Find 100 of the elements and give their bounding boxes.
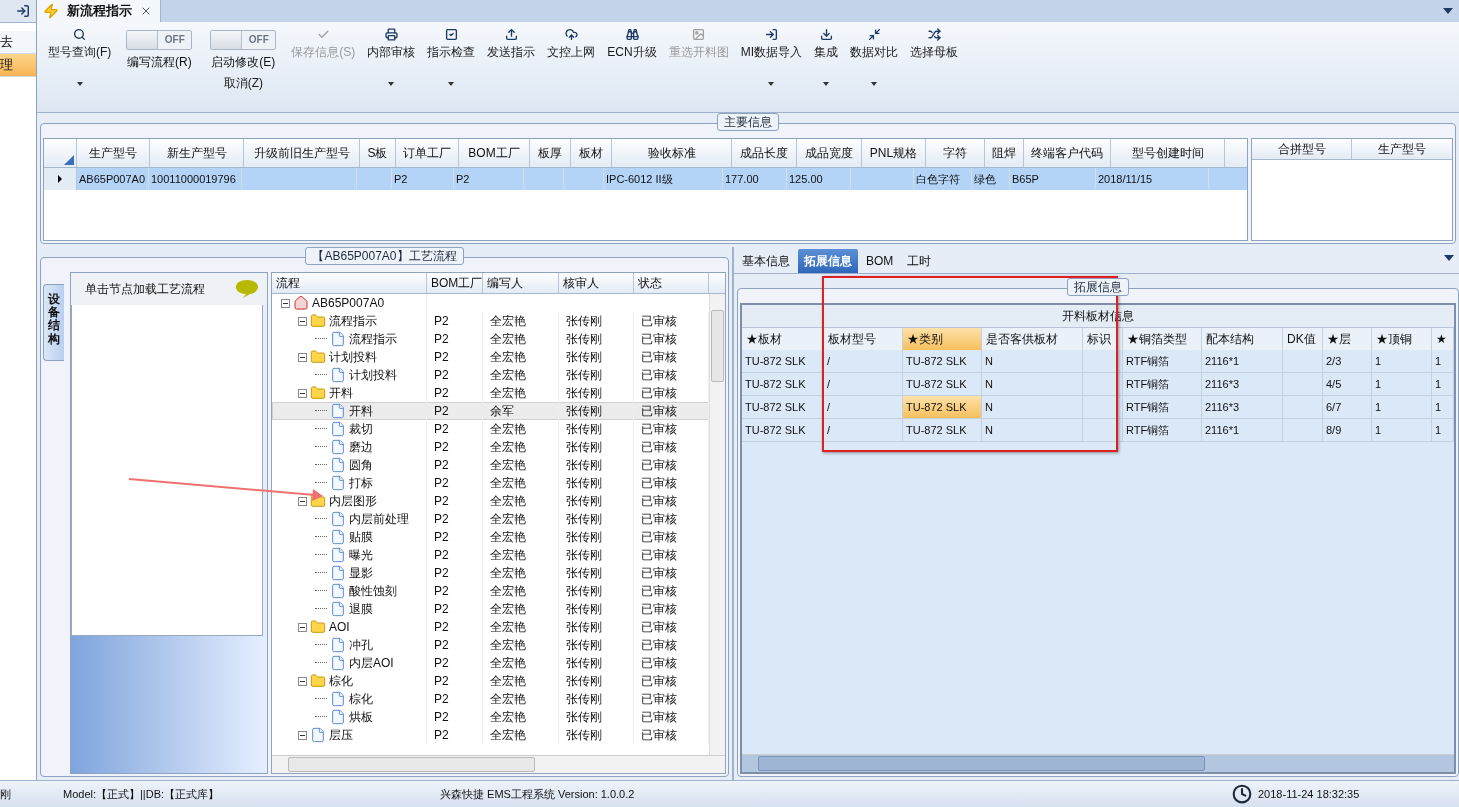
tree-row[interactable]: 流程指示 P2 全宏艳 张传刚 已审核 bbox=[272, 312, 709, 330]
tree-row[interactable]: 磨边 P2 全宏艳 张传刚 已审核 bbox=[272, 438, 709, 456]
document-tab[interactable]: 新流程指示 bbox=[37, 0, 161, 22]
toolbar-button[interactable]: 型号查询(F) bbox=[43, 26, 117, 88]
column-header[interactable]: ★顶铜 bbox=[1372, 328, 1432, 350]
column-header[interactable]: 生产型号 bbox=[1352, 139, 1452, 159]
column-header[interactable]: 板材 bbox=[571, 139, 612, 167]
dropdown-icon[interactable] bbox=[823, 82, 829, 86]
toolbar-button[interactable]: 集成 bbox=[809, 26, 843, 88]
collapse-icon[interactable] bbox=[281, 298, 290, 308]
column-header[interactable]: 订单工厂 bbox=[396, 139, 459, 167]
tab[interactable]: BOM bbox=[860, 249, 900, 273]
tree-row[interactable]: 裁切 P2 全宏艳 张传刚 已审核 bbox=[272, 420, 709, 438]
column-header[interactable]: 验收标准 bbox=[612, 139, 732, 167]
toolbar-button[interactable]: 指示检查 bbox=[422, 26, 481, 88]
collapse-icon[interactable] bbox=[298, 316, 307, 326]
table-cell: P2 bbox=[427, 582, 483, 600]
tree-row[interactable]: 开料 P2 余军 张传刚 已审核 bbox=[272, 402, 709, 420]
column-header[interactable]: 板材型号 bbox=[824, 328, 903, 350]
toggle-switch[interactable]: OFF bbox=[126, 30, 193, 50]
caret-icon[interactable] bbox=[1443, 8, 1453, 14]
tree-row[interactable]: 棕化 P2 全宏艳 张传刚 已审核 bbox=[272, 690, 709, 708]
side-tab[interactable]: 设备结构 bbox=[43, 284, 64, 361]
toggle-switch[interactable]: OFF bbox=[210, 30, 277, 50]
tree-row[interactable]: 计划投料 P2 全宏艳 张传刚 已审核 bbox=[272, 348, 709, 366]
column-header[interactable]: 字符 bbox=[926, 139, 985, 167]
column-header[interactable]: 终端客户代码 bbox=[1024, 139, 1111, 167]
collapse-icon[interactable] bbox=[298, 388, 307, 398]
tree-row[interactable]: 贴膜 P2 全宏艳 张传刚 已审核 bbox=[272, 528, 709, 546]
column-header[interactable]: 流程 bbox=[272, 273, 427, 293]
collapse-icon[interactable] bbox=[298, 730, 307, 740]
column-header[interactable]: 新生产型号 bbox=[150, 139, 244, 167]
close-icon[interactable] bbox=[140, 5, 152, 17]
tree-row[interactable]: 烘板 P2 全宏艳 张传刚 已审核 bbox=[272, 708, 709, 726]
sidebar-item[interactable]: 去 bbox=[0, 31, 36, 54]
tree-row[interactable]: 流程指示 P2 全宏艳 张传刚 已审核 bbox=[272, 330, 709, 348]
column-header[interactable]: 阻焊 bbox=[985, 139, 1024, 167]
toolbar-button[interactable]: ECN升级 bbox=[602, 26, 662, 63]
column-header[interactable]: BOM工厂 bbox=[427, 273, 483, 293]
column-header[interactable]: 状态 bbox=[634, 273, 709, 293]
toolbar-button[interactable]: 发送指示 bbox=[482, 26, 541, 63]
column-header[interactable]: DK值 bbox=[1283, 328, 1323, 350]
column-header[interactable]: ★类别 bbox=[903, 328, 982, 350]
tab[interactable]: 基本信息 bbox=[736, 249, 796, 273]
column-header[interactable]: 成品宽度 bbox=[797, 139, 862, 167]
column-header[interactable]: BOM工厂 bbox=[459, 139, 530, 167]
horizontal-scrollbar[interactable] bbox=[272, 755, 725, 773]
dropdown-icon[interactable] bbox=[768, 82, 775, 86]
tree-row[interactable]: 棕化 P2 全宏艳 张传刚 已审核 bbox=[272, 672, 709, 690]
tree-row[interactable]: 层压 P2 全宏艳 张传刚 已审核 bbox=[272, 726, 709, 744]
toolbar-button[interactable]: 选择母板 bbox=[905, 26, 963, 63]
column-header[interactable]: PNL规格 bbox=[862, 139, 926, 167]
column-header[interactable]: 是否客供板材 bbox=[982, 328, 1083, 350]
tree-row[interactable]: AOI P2 全宏艳 张传刚 已审核 bbox=[272, 618, 709, 636]
toolbar-button[interactable]: 文控上网 bbox=[542, 26, 601, 63]
column-header[interactable]: ★层 bbox=[1323, 328, 1372, 350]
tree-row[interactable]: 圆角 P2 全宏艳 张传刚 已审核 bbox=[272, 456, 709, 474]
tab[interactable]: 工时 bbox=[901, 249, 938, 273]
tree-row[interactable]: 计划投料 P2 全宏艳 张传刚 已审核 bbox=[272, 366, 709, 384]
column-header[interactable]: 成品长度 bbox=[732, 139, 797, 167]
collapse-icon[interactable] bbox=[298, 352, 307, 362]
column-header[interactable]: ★ bbox=[1432, 328, 1454, 350]
column-header[interactable]: 编写人 bbox=[483, 273, 559, 293]
tree-row[interactable]: 酸性蚀刻 P2 全宏艳 张传刚 已审核 bbox=[272, 582, 709, 600]
horizontal-scrollbar[interactable] bbox=[742, 754, 1454, 772]
toolbar-button[interactable]: 数据对比 bbox=[845, 26, 903, 88]
dropdown-icon[interactable] bbox=[448, 82, 455, 86]
dropdown-icon[interactable] bbox=[76, 82, 83, 86]
tree-row[interactable]: 内层AOI P2 全宏艳 张传刚 已审核 bbox=[272, 654, 709, 672]
tree-row[interactable]: 冲孔 P2 全宏艳 张传刚 已审核 bbox=[272, 636, 709, 654]
tree-row[interactable]: 退膜 P2 全宏艳 张传刚 已审核 bbox=[272, 600, 709, 618]
collapse-icon[interactable] bbox=[298, 622, 307, 632]
tree-row[interactable]: 曝光 P2 全宏艳 张传刚 已审核 bbox=[272, 546, 709, 564]
column-header[interactable]: S板 bbox=[360, 139, 396, 167]
column-header[interactable]: 核审人 bbox=[559, 273, 634, 293]
column-header[interactable]: 合拼型号 bbox=[1252, 139, 1352, 159]
dropdown-icon[interactable] bbox=[388, 82, 395, 86]
collapse-icon[interactable] bbox=[298, 496, 307, 506]
tree-row[interactable]: 显影 P2 全宏艳 张传刚 已审核 bbox=[272, 564, 709, 582]
column-header[interactable]: 型号创建时间 bbox=[1111, 139, 1225, 167]
column-header[interactable]: ★板材 bbox=[742, 328, 824, 350]
toolbar-button[interactable]: 取消(Z) bbox=[223, 75, 263, 92]
toolbar-button[interactable]: 内部审核 bbox=[362, 26, 421, 88]
sidebar-item[interactable]: 理 bbox=[0, 54, 36, 77]
toolbar-button[interactable]: MI数据导入 bbox=[735, 26, 807, 88]
column-header[interactable]: 板厚 bbox=[530, 139, 571, 167]
column-header[interactable]: 生产型号 bbox=[77, 139, 150, 167]
column-header[interactable]: 配本结构 bbox=[1202, 328, 1283, 350]
tree-row[interactable]: 内层前处理 P2 全宏艳 张传刚 已审核 bbox=[272, 510, 709, 528]
tab[interactable]: 拓展信息 bbox=[798, 249, 858, 273]
column-header[interactable]: 标识 bbox=[1083, 328, 1123, 350]
table-row[interactable]: AB65P007A0 10011000019796 P2 P2 IPC-6012 II级 177.00 125.00 白色字符 绿色 B65P 2018/11/15 bbox=[44, 168, 1247, 190]
column-header[interactable]: 升级前旧生产型号 bbox=[244, 139, 360, 167]
caret-icon[interactable] bbox=[1444, 255, 1454, 261]
column-header[interactable]: ★铜箔类型 bbox=[1123, 328, 1202, 350]
tree-row[interactable]: AB65P007A0 bbox=[272, 294, 709, 312]
vertical-scrollbar[interactable] bbox=[709, 294, 725, 755]
dropdown-icon[interactable] bbox=[871, 82, 877, 86]
collapse-icon[interactable] bbox=[298, 676, 307, 686]
login-icon[interactable] bbox=[16, 4, 30, 18]
